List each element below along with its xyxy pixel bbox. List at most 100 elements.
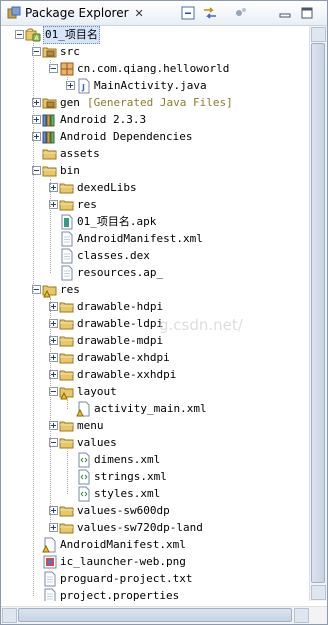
xml-file-icon: [78, 469, 90, 485]
tree-item-label: ic_launcher-web.png: [60, 555, 186, 568]
tree-item-label: drawable-ldpi: [77, 317, 164, 330]
tree-item[interactable]: styles.xml: [1, 485, 321, 502]
tree-item-label: values-sw720dp-land: [77, 521, 203, 534]
minimize-icon[interactable]: [277, 5, 293, 21]
tree-item[interactable]: gen [Generated Java Files]: [1, 94, 321, 111]
tree-item[interactable]: res: [1, 281, 321, 298]
tree-item-label: bin: [60, 164, 80, 177]
horizontal-scrollbar[interactable]: [1, 606, 327, 624]
scroll-left-icon[interactable]: [2, 608, 17, 623]
file-icon: [61, 265, 73, 281]
view-titlebar: Package Explorer ✕: [1, 1, 327, 26]
tree-item-label: assets: [60, 147, 100, 160]
tree-item[interactable]: A 01_项目名: [1, 26, 321, 44]
tree-item-label: gen: [60, 96, 80, 109]
tree-item[interactable]: strings.xml: [1, 468, 321, 485]
tree-item-label: resources.ap_: [77, 266, 164, 279]
tree-item[interactable]: menu: [1, 417, 321, 434]
tree-item-decoration: [Generated Java Files]: [87, 96, 233, 109]
folder-icon: [59, 302, 74, 313]
collapse-all-icon[interactable]: [180, 5, 196, 21]
horizontal-scroll-thumb[interactable]: [18, 608, 292, 622]
tree-item-label: AndroidManifest.xml: [77, 232, 203, 245]
tree-item-label: 01_项目名.apk: [77, 215, 157, 228]
tree-item-label: menu: [77, 419, 104, 432]
close-icon[interactable]: ✕: [135, 7, 144, 20]
scroll-right-icon[interactable]: [294, 608, 309, 623]
tree-item-label: res: [60, 283, 80, 296]
tree-item-label: values: [77, 436, 117, 449]
tree-item[interactable]: values-sw720dp-land: [1, 519, 321, 536]
xml-file-warning-icon: [76, 401, 90, 417]
tree-item[interactable]: project.properties: [1, 587, 321, 601]
tree-connector: [50, 298, 51, 528]
tree-item-label: drawable-xxhdpi: [77, 368, 177, 381]
folder-icon: [59, 336, 74, 347]
vertical-scrollbar[interactable]: [309, 26, 327, 601]
tree-item[interactable]: drawable-mdpi: [1, 332, 321, 349]
tree-item[interactable]: cn.com.qiang.helloworld: [1, 60, 321, 77]
tree-item[interactable]: drawable-xhdpi: [1, 349, 321, 366]
folder-icon: [59, 438, 74, 449]
tree-item[interactable]: Android 2.3.3: [1, 111, 321, 128]
tree-item[interactable]: layout: [1, 383, 321, 400]
tree-item[interactable]: activity_main.xml: [1, 400, 321, 417]
tree-item[interactable]: assets: [1, 145, 321, 162]
tree-item[interactable]: resources.ap_: [1, 264, 321, 281]
scroll-down-icon[interactable]: [311, 585, 326, 600]
tree-item-label: Android Dependencies: [60, 130, 193, 143]
tree-item-label: project.properties: [60, 589, 180, 601]
scroll-up-icon[interactable]: [311, 27, 326, 42]
folder-icon: [59, 319, 74, 330]
library-icon: [42, 114, 55, 127]
xml-file-icon: [78, 486, 90, 502]
tree-item[interactable]: proguard-project.txt: [1, 570, 321, 587]
tree-item[interactable]: dimens.xml: [1, 451, 321, 468]
tree-item-label: strings.xml: [94, 470, 167, 483]
link-with-editor-icon[interactable]: [202, 5, 218, 21]
tree-item[interactable]: Android Dependencies: [1, 128, 321, 145]
tree-connector: [67, 451, 68, 494]
tree-item-label: MainActivity.java: [94, 79, 207, 92]
tree-item[interactable]: src: [1, 43, 321, 60]
svg-text:J: J: [81, 83, 85, 92]
folder-icon: [59, 183, 74, 194]
folder-icon: [42, 149, 57, 160]
tree-item-label: drawable-hdpi: [77, 300, 164, 313]
tree-item[interactable]: J MainActivity.java: [1, 77, 321, 94]
project-tree[interactable]: A 01_项目名 src cn.com.qiang.helloworld J MainAc…: [1, 26, 321, 601]
tree-item[interactable]: AndroidManifest.xml: [1, 536, 321, 553]
folder-icon: [42, 166, 57, 177]
collapse-icon[interactable]: [15, 30, 24, 39]
source-folder-icon: [42, 98, 57, 109]
maximize-icon[interactable]: [299, 5, 315, 21]
source-folder-icon: [42, 47, 57, 58]
tree-item[interactable]: drawable-hdpi: [1, 298, 321, 315]
tree-item-label: res: [77, 198, 97, 211]
tree-item[interactable]: ic_launcher-web.png: [1, 553, 321, 570]
xml-file-icon: [78, 452, 90, 468]
tree-item-label: AndroidManifest.xml: [60, 538, 186, 551]
file-icon: [61, 231, 73, 247]
tree-item[interactable]: dexedLibs: [1, 179, 321, 196]
tree-item[interactable]: bin: [1, 162, 321, 179]
tree-item[interactable]: AndroidManifest.xml: [1, 230, 321, 247]
watermark-text: g.csdn.net/: [159, 316, 243, 334]
tree-item[interactable]: values: [1, 434, 321, 451]
tree-item-label: dexedLibs: [77, 181, 137, 194]
tree-item-label: drawable-mdpi: [77, 334, 164, 347]
library-icon: [42, 131, 55, 144]
folder-icon: [59, 506, 74, 517]
tree-item[interactable]: values-sw600dp: [1, 502, 321, 519]
package-icon: [60, 62, 74, 76]
tree-item[interactable]: 01_项目名.apk: [1, 213, 321, 230]
package-explorer-icon: [7, 6, 21, 19]
tab-package-explorer[interactable]: Package Explorer ✕: [1, 1, 161, 25]
tree-item[interactable]: res: [1, 196, 321, 213]
tree-connector: [50, 60, 51, 69]
tree-item[interactable]: classes.dex: [1, 247, 321, 264]
java-file-icon: J: [78, 78, 90, 94]
vertical-scroll-thumb[interactable]: [311, 43, 325, 583]
tree-item[interactable]: drawable-xxhdpi: [1, 366, 321, 383]
view-menu-icon[interactable]: [233, 5, 249, 21]
